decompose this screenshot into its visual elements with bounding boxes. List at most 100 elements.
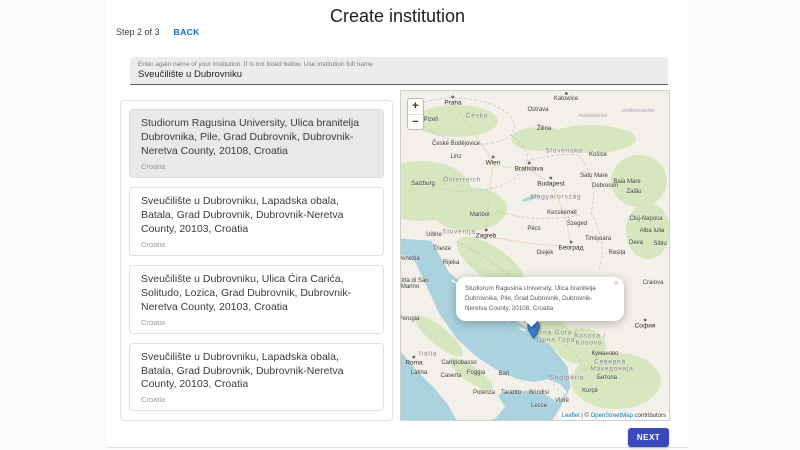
map-attribution: Leaflet | © OpenStreetMap contributors [559, 412, 669, 420]
zoom-in-button[interactable]: + [408, 99, 423, 114]
institution-option-4[interactable]: Sveučilište u Dubrovniku, Lapadska obala… [129, 343, 384, 412]
map-label: Deva [629, 240, 643, 246]
map-label: Kosovo [576, 340, 602, 347]
map-label: Praha [444, 100, 461, 107]
map-label: Kosova / [574, 333, 606, 340]
step-label: Step 2 of 3 [116, 27, 160, 37]
next-button[interactable]: NEXT [628, 428, 669, 447]
map-label: Brindisi [529, 390, 549, 396]
page-title: Create institution [107, 0, 688, 27]
map-label: Košice [589, 152, 607, 158]
map-label: Rijeka [443, 260, 460, 266]
map-label: Baia Mare [613, 179, 640, 185]
map-label: Budapest [537, 181, 564, 188]
leaflet-link[interactable]: Leaflet [562, 413, 580, 419]
map-label: Bratislava [515, 166, 544, 173]
map-label: Македонија [590, 366, 633, 373]
map-label: Trieste [433, 246, 451, 252]
option-country: Croatia [141, 162, 372, 171]
leaflet-map[interactable]: Praha Katowice Ostrava Česko Plzeň Žilina mało… [400, 90, 670, 421]
map-label: Korçë [582, 388, 598, 394]
map-label: Битола [597, 375, 617, 381]
map-label: Roma [405, 360, 422, 367]
map-label: Marino [401, 284, 419, 290]
map-label: Maribor [470, 212, 490, 218]
map-popup: × Studiorum Ragusina University, Ulica b… [456, 277, 624, 321]
institution-option-1[interactable]: Studiorum Ragusina University, Ulica bra… [129, 109, 384, 178]
map-label: Campobasso [441, 360, 476, 366]
attribution-suffix: contributors [633, 413, 666, 419]
map-label: Plzeň [423, 117, 438, 123]
institution-name-field[interactable]: Enter again name of your institution. If… [130, 57, 668, 85]
map-label: Taranto [501, 390, 521, 396]
step-row: Step 2 of 3 BACK [116, 27, 200, 37]
map-labels: Praha Katowice Ostrava Česko Plzeň Žilina mało… [401, 91, 669, 421]
zoom-out-button[interactable]: − [408, 114, 423, 129]
map-label: София [635, 323, 656, 330]
map-label: Alba Iulia [640, 228, 665, 234]
map-label: Latina [411, 370, 427, 376]
map-label: Северна [594, 359, 626, 366]
map-label: Venezia [400, 256, 420, 262]
map-label: Potenza [473, 390, 495, 396]
map-label: Slovensko [545, 148, 582, 155]
map-label: Linz [450, 154, 461, 160]
map-label: Lecce [531, 403, 547, 409]
map-label: Zagreb [476, 233, 497, 240]
map-label: Reșița [608, 250, 625, 256]
map-zoom-control: + − [407, 98, 424, 130]
map-label: Sibiu [653, 241, 666, 247]
map-label: Satu Mare [580, 173, 608, 179]
map-label: Wien [486, 160, 501, 167]
map-label: Ostrava [527, 107, 548, 113]
page-background: { "page": { "title": "Create institution… [0, 0, 800, 450]
map-label: Slovenija [442, 229, 476, 236]
map-label: České Budějovice [432, 141, 480, 147]
map-label: Shqipëria [550, 375, 585, 382]
content-card: Create institution Step 2 of 3 BACK Enter… [107, 0, 688, 448]
openstreetmap-link[interactable]: OpenStreetMap [591, 413, 633, 419]
map-label: Perugia [400, 316, 419, 322]
institution-option-2[interactable]: Sveučilište u Dubrovniku, Lapadska obala… [129, 187, 384, 256]
map-label: Београд [559, 245, 584, 252]
option-country: Croatia [141, 318, 372, 327]
map-label: Magyarország [531, 194, 582, 201]
map-label: Österreich [443, 177, 481, 184]
map-label: Žilina [537, 126, 551, 132]
option-address: Sveučilište u Dubrovniku, Lapadska obala… [141, 351, 372, 393]
map-label: Crna Gora / [535, 330, 578, 337]
map-label: Foggia [467, 370, 485, 376]
map-label: Italia [419, 351, 438, 358]
map-label: Szeged [567, 221, 587, 227]
map-label: Katowice [554, 96, 578, 102]
map-label: Vlorë [555, 398, 569, 404]
map-label: małopolskie [578, 113, 607, 119]
map-label: Česko [466, 113, 488, 120]
map-label: Udine [426, 232, 442, 238]
map-label: Craiova [643, 280, 664, 286]
map-label: Pécs [527, 226, 540, 232]
map-label: Caserta [440, 373, 461, 379]
map-label: Cluj-Napoca [629, 216, 662, 222]
back-link[interactable]: BACK [174, 27, 200, 37]
map-label: Timișoara [585, 236, 611, 242]
option-country: Croatia [141, 240, 372, 249]
map-label: Salzburg [411, 181, 435, 187]
institution-option-3[interactable]: Sveučilište u Dubrovniku, Ulica Ćira Car… [129, 265, 384, 334]
map-label: Црна Гора [537, 337, 576, 344]
map-label: Osijek [537, 250, 554, 256]
map-label: podkarpackie [622, 108, 655, 114]
popup-close-icon[interactable]: × [614, 278, 619, 288]
institution-name-label: Enter again name of your institution. If… [138, 61, 660, 68]
map-label: Bari [499, 371, 510, 377]
map-label: Zalău [626, 189, 641, 195]
institution-options-list: Studiorum Ragusina University, Ulica bra… [120, 100, 393, 421]
popup-address-text: Studiorum Ragusina University, Ulica bra… [465, 284, 609, 314]
map-label: Kecskemét [547, 210, 577, 216]
option-country: Croatia [141, 395, 372, 404]
attribution-separator: | © [580, 413, 591, 419]
option-address: Studiorum Ragusina University, Ulica bra… [141, 117, 372, 159]
option-address: Sveučilište u Dubrovniku, Lapadska obala… [141, 195, 372, 237]
institution-name-input[interactable] [138, 69, 660, 80]
option-address: Sveučilište u Dubrovniku, Ulica Ćira Car… [141, 273, 372, 315]
